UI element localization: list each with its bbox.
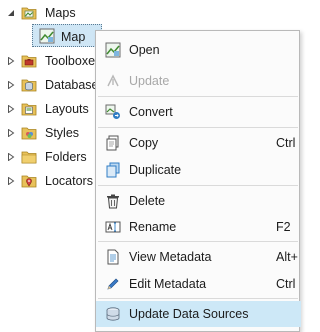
- menu-item-label: Delete: [129, 194, 166, 208]
- folder-icon: [21, 149, 37, 165]
- menu-item-open[interactable]: Open: [96, 37, 301, 63]
- menu-item-label: Open: [129, 43, 160, 57]
- expand-arrow-icon[interactable]: [7, 81, 15, 89]
- menu-item-shortcut: Ctrl: [276, 277, 296, 291]
- menu-item-duplicate[interactable]: Duplicate: [96, 157, 301, 183]
- tree-label: Map: [61, 30, 86, 44]
- menu-item-copy[interactable]: Copy Ctrl: [96, 130, 301, 156]
- expand-arrow-icon[interactable]: [7, 57, 15, 65]
- menu-item-view-metadata[interactable]: View Metadata Alt+: [96, 244, 301, 270]
- map-icon: [39, 28, 55, 44]
- duplicate-icon: [105, 162, 121, 178]
- menu-separator: [98, 127, 298, 128]
- expand-arrow-icon[interactable]: [7, 153, 15, 161]
- menu-item-label: Rename: [129, 220, 177, 234]
- menu-item-convert[interactable]: Convert: [96, 99, 301, 125]
- update-icon: [105, 73, 121, 89]
- menu-item-label: Update Data Sources: [129, 307, 249, 321]
- tree-label: Maps: [45, 6, 76, 20]
- menu-item-update-data-sources[interactable]: Update Data Sources: [96, 301, 301, 327]
- tree-label: Locators: [45, 174, 93, 188]
- context-menu: Open Update Convert Copy Ctrl Duplicate …: [95, 30, 301, 332]
- menu-item-label: Edit Metadata: [129, 277, 207, 291]
- tree-label: Layouts: [45, 102, 89, 116]
- menu-item-edit-metadata[interactable]: Edit Metadata Ctrl: [96, 271, 301, 297]
- styles-folder-icon: [21, 125, 37, 141]
- menu-item-shortcut: Ctrl: [276, 136, 296, 150]
- menu-item-label: View Metadata: [129, 250, 212, 264]
- menu-separator: [98, 96, 298, 97]
- menu-item-shortcut: Alt+: [276, 250, 298, 264]
- rename-icon: [105, 219, 121, 235]
- menu-separator: [98, 185, 298, 186]
- database-update-icon: [105, 306, 121, 322]
- menu-item-label: Duplicate: [129, 163, 182, 177]
- expand-arrow-icon[interactable]: [7, 129, 15, 137]
- database-folder-icon: [21, 77, 37, 93]
- menu-separator: [98, 298, 298, 299]
- copy-icon: [105, 135, 121, 151]
- open-map-icon: [105, 42, 121, 58]
- menu-item-rename[interactable]: Rename F2: [96, 214, 301, 240]
- menu-item-shortcut: F2: [276, 220, 291, 234]
- tree-label: Folders: [45, 150, 87, 164]
- menu-item-update[interactable]: Update: [96, 68, 301, 94]
- expand-arrow-icon[interactable]: [7, 177, 15, 185]
- tree-label: Toolboxes: [45, 54, 102, 68]
- view-metadata-icon: [105, 249, 121, 265]
- trash-icon: [105, 193, 121, 209]
- toolbox-folder-icon: [21, 53, 37, 69]
- menu-separator: [98, 241, 298, 242]
- tree-label: Styles: [45, 126, 80, 140]
- collapse-arrow-icon[interactable]: [7, 9, 15, 17]
- menu-item-label: Update: [129, 74, 170, 88]
- locators-folder-icon: [21, 173, 37, 189]
- pencil-icon: [105, 276, 121, 292]
- maps-folder-icon: [21, 5, 37, 21]
- menu-item-delete[interactable]: Delete: [96, 188, 301, 214]
- menu-item-label: Copy: [129, 136, 159, 150]
- convert-icon: [105, 104, 121, 120]
- layouts-folder-icon: [21, 101, 37, 117]
- menu-item-label: Convert: [129, 105, 173, 119]
- expand-arrow-icon[interactable]: [7, 105, 15, 113]
